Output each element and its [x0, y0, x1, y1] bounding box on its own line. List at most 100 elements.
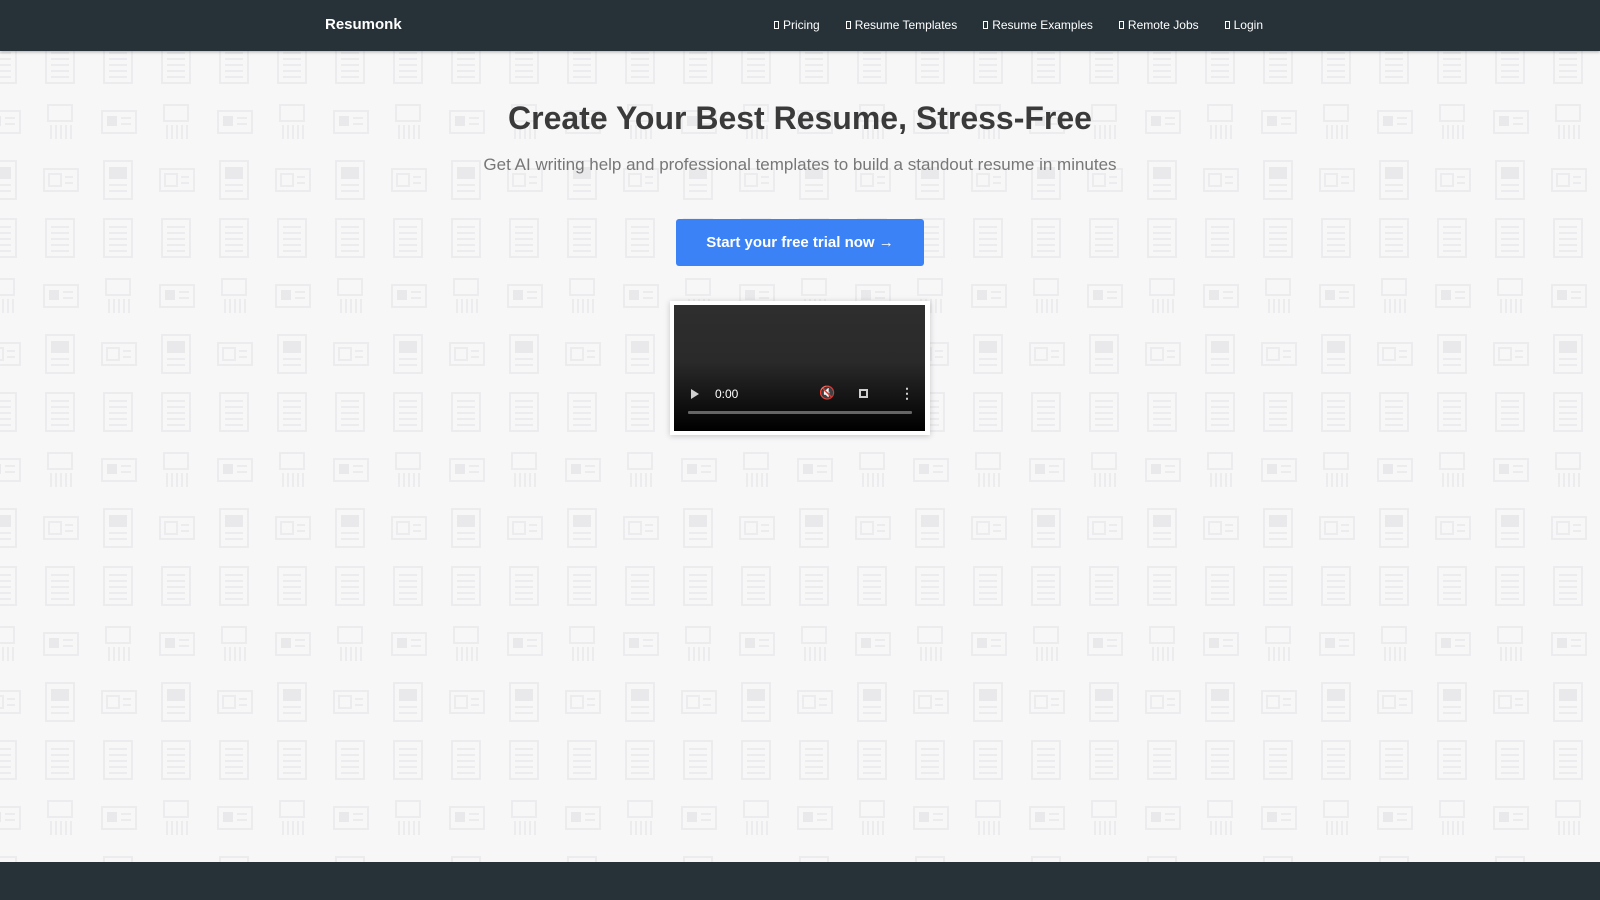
resume-pattern-icon	[1145, 458, 1181, 482]
resume-pattern-icon	[683, 566, 713, 606]
missing-glyph-icon	[845, 21, 851, 29]
resume-pattern-icon	[0, 740, 17, 780]
resume-pattern-icon	[0, 626, 15, 661]
resume-pattern-icon	[277, 392, 307, 432]
resume-pattern-icon	[915, 51, 945, 84]
fullscreen-icon[interactable]	[859, 389, 868, 398]
resume-pattern-icon	[221, 626, 247, 661]
resume-pattern-icon	[567, 508, 597, 548]
resume-pattern-icon	[1493, 342, 1529, 366]
resume-pattern-icon	[393, 334, 423, 374]
brand-logo[interactable]: Resumonk	[325, 16, 402, 33]
resume-pattern-icon	[917, 626, 943, 661]
resume-pattern-icon	[565, 458, 601, 482]
resume-pattern-icon	[1321, 740, 1351, 780]
resume-pattern-icon	[1203, 516, 1239, 540]
resume-pattern-icon	[915, 740, 945, 780]
resume-pattern-icon	[335, 392, 365, 432]
resume-pattern-icon	[1553, 218, 1583, 258]
resume-pattern-icon	[337, 278, 363, 313]
resume-pattern-icon	[1379, 566, 1409, 606]
resume-pattern-icon	[159, 632, 195, 656]
resume-pattern-icon	[453, 278, 479, 313]
resume-pattern-icon	[101, 806, 137, 830]
resume-pattern-icon	[103, 218, 133, 258]
resume-pattern-icon	[393, 218, 423, 258]
resume-pattern-icon	[1495, 392, 1525, 432]
resume-pattern-icon	[1495, 566, 1525, 606]
resume-pattern-icon	[799, 51, 829, 84]
resume-pattern-icon	[1203, 632, 1239, 656]
resume-pattern-icon	[683, 740, 713, 780]
resume-pattern-icon	[1437, 51, 1467, 84]
resume-pattern-icon	[1377, 806, 1413, 830]
resume-pattern-icon	[913, 806, 949, 830]
resume-pattern-icon	[1435, 284, 1471, 308]
resume-pattern-icon	[335, 51, 365, 84]
resume-pattern-icon	[163, 800, 189, 835]
resume-pattern-icon	[681, 458, 717, 482]
resume-pattern-icon	[1319, 632, 1355, 656]
resume-pattern-icon	[1437, 682, 1467, 722]
resume-pattern-icon	[1551, 632, 1587, 656]
resume-pattern-icon	[797, 458, 833, 482]
resume-pattern-icon	[1031, 740, 1061, 780]
video-player[interactable]: 0:00 🔇 ⋮	[674, 305, 925, 431]
resume-pattern-icon	[971, 284, 1007, 308]
resume-pattern-icon	[1437, 392, 1467, 432]
resume-pattern-icon	[335, 740, 365, 780]
nav-login[interactable]: Login	[1224, 18, 1263, 32]
resume-pattern-icon	[1029, 806, 1065, 830]
resume-pattern-icon	[451, 566, 481, 606]
resume-pattern-icon	[569, 626, 595, 661]
missing-glyph-icon	[1224, 21, 1230, 29]
resume-pattern-icon	[1205, 218, 1235, 258]
resume-pattern-icon	[1497, 278, 1523, 313]
resume-pattern-icon	[277, 334, 307, 374]
nav-resume-examples[interactable]: Resume Examples	[983, 18, 1093, 32]
resume-pattern-icon	[333, 690, 369, 714]
nav-remote-jobs[interactable]: Remote Jobs	[1118, 18, 1199, 32]
resume-pattern-icon	[1439, 800, 1465, 835]
resume-pattern-icon	[1263, 508, 1293, 548]
resume-pattern-icon	[1493, 690, 1529, 714]
resume-pattern-icon	[1089, 740, 1119, 780]
resume-pattern-icon	[1263, 51, 1293, 84]
resume-pattern-icon	[565, 342, 601, 366]
resume-pattern-icon	[623, 516, 659, 540]
resume-pattern-icon	[509, 566, 539, 606]
resume-pattern-icon	[1553, 740, 1583, 780]
resume-pattern-icon	[1435, 516, 1471, 540]
resume-pattern-icon	[1031, 392, 1061, 432]
resume-pattern-icon	[451, 51, 481, 84]
missing-glyph-icon	[983, 21, 989, 29]
resume-pattern-icon	[1203, 284, 1239, 308]
resume-pattern-icon	[625, 566, 655, 606]
resume-pattern-icon	[507, 632, 543, 656]
nav-resume-templates[interactable]: Resume Templates	[845, 18, 958, 32]
resume-pattern-icon	[1261, 342, 1297, 366]
resume-pattern-icon	[799, 508, 829, 548]
play-icon[interactable]	[691, 389, 699, 399]
muted-volume-icon[interactable]: 🔇	[819, 386, 835, 400]
resume-pattern-icon	[857, 740, 887, 780]
resume-pattern-icon	[569, 278, 595, 313]
resume-pattern-icon	[277, 218, 307, 258]
resume-pattern-icon	[277, 740, 307, 780]
nav-pricing[interactable]: Pricing	[774, 18, 820, 32]
top-navbar: Resumonk Pricing Resume Templates Resume…	[0, 0, 1600, 51]
resume-pattern-icon	[0, 690, 21, 714]
start-free-trial-button[interactable]: Start your free trial now →	[676, 219, 924, 266]
more-vertical-icon[interactable]: ⋮	[900, 386, 914, 400]
resume-pattern-icon	[103, 566, 133, 606]
resume-pattern-icon	[105, 626, 131, 661]
resume-pattern-icon	[1321, 334, 1351, 374]
resume-pattern-icon	[451, 740, 481, 780]
resume-pattern-icon	[1437, 334, 1467, 374]
resume-pattern-icon	[567, 740, 597, 780]
resume-pattern-icon	[915, 508, 945, 548]
resume-pattern-icon	[1265, 626, 1291, 661]
resume-pattern-icon	[1319, 284, 1355, 308]
video-progress-bar[interactable]	[688, 411, 912, 414]
nav-resume-templates-label: Resume Templates	[854, 18, 958, 32]
